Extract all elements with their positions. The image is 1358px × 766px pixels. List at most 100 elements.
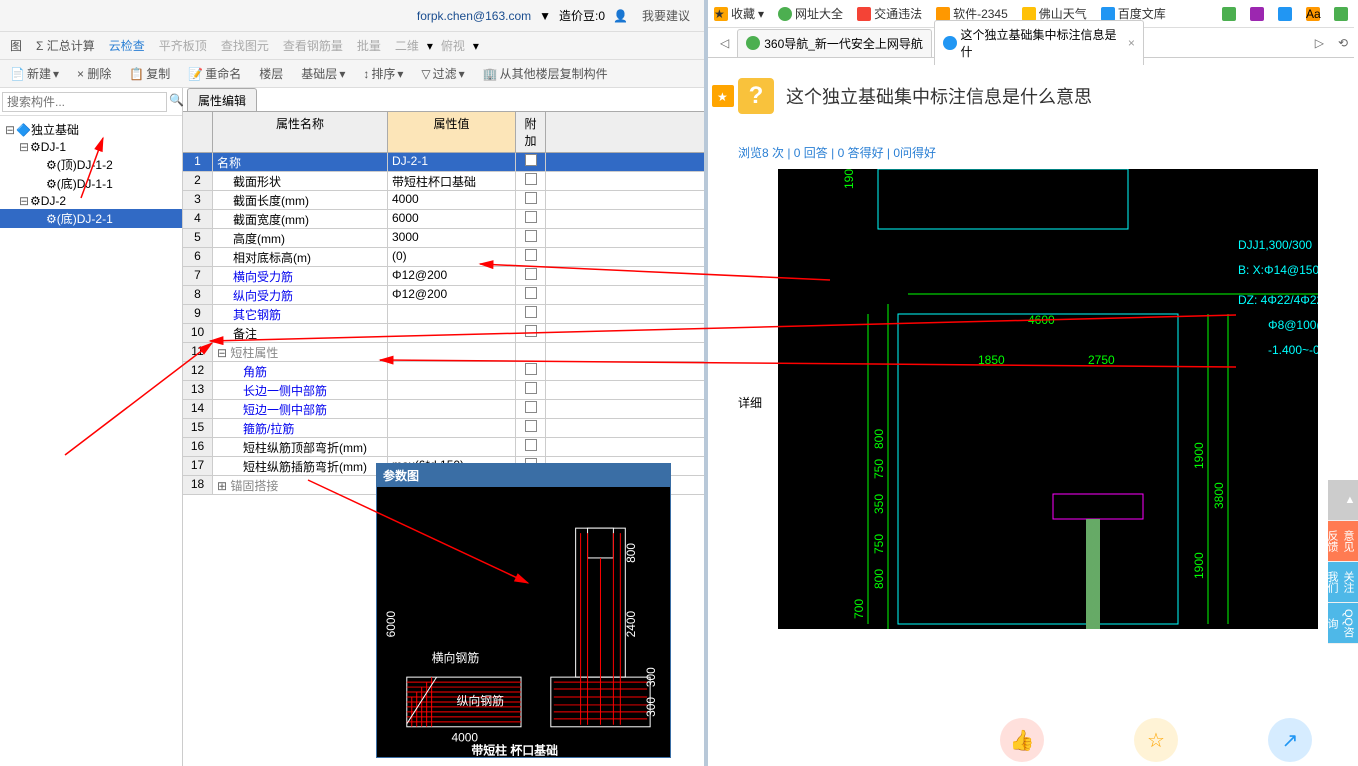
- svg-text:800: 800: [624, 543, 638, 563]
- bm-app3[interactable]: [1278, 7, 1292, 21]
- prop-row-6[interactable]: 6相对底标高(m)(0): [183, 248, 704, 267]
- tree-dj1b[interactable]: ⚙ (底)DJ-1-1: [0, 174, 182, 193]
- prop-row-16[interactable]: 16短柱纵筋顶部弯折(mm): [183, 438, 704, 457]
- thumbs-up-icon[interactable]: 👍: [1000, 718, 1044, 762]
- action-icons: 👍 ☆ ↗: [1000, 718, 1312, 762]
- tree-dj2a[interactable]: ⚙ (底)DJ-2-1: [0, 209, 182, 228]
- svg-text:2750: 2750: [1088, 353, 1115, 367]
- svg-text:700: 700: [852, 599, 866, 619]
- browser-panel: ★收藏 ▾ 网址大全 交通违法 软件-2345 佛山天气 百度文库 Aa ◁ 3…: [708, 0, 1354, 766]
- prop-row-14[interactable]: 14短边一侧中部筋: [183, 400, 704, 419]
- prop-row-5[interactable]: 5高度(mm)3000: [183, 229, 704, 248]
- prop-row-11[interactable]: 11⊟ 短柱属性: [183, 343, 704, 362]
- svg-text:1900: 1900: [842, 169, 856, 189]
- prop-row-4[interactable]: 4截面宽度(mm)6000: [183, 210, 704, 229]
- tb-tu[interactable]: 图: [4, 35, 28, 56]
- tb-sort[interactable]: ↕ 排序 ▾: [357, 63, 409, 84]
- suggest-link[interactable]: 我要建议: [636, 5, 696, 26]
- question-title: 这个独立基础集中标注信息是什么意思: [786, 83, 1092, 109]
- tb-copyfrom[interactable]: 🏢 从其他楼层复制构件: [477, 63, 614, 84]
- side-qq[interactable]: QQ咨询: [1328, 603, 1354, 643]
- component-tree[interactable]: ⊟🔷 独立基础 ⊟⚙ DJ-1 ⚙ (顶)DJ-1-2 ⚙ (底)DJ-1-1 …: [0, 116, 182, 766]
- share-icon[interactable]: ↗: [1268, 718, 1312, 762]
- tb-rename[interactable]: 📝 重命名: [182, 63, 247, 84]
- prop-row-13[interactable]: 13长边一侧中部筋: [183, 381, 704, 400]
- tb-flat[interactable]: 平齐板顶: [153, 35, 213, 56]
- prop-row-12[interactable]: 12角筋: [183, 362, 704, 381]
- tree-dj1[interactable]: ⊟⚙ DJ-1: [0, 139, 182, 155]
- param-title: 参数图: [377, 464, 670, 487]
- tree-root[interactable]: ⊟🔷 独立基础: [0, 120, 182, 139]
- svg-text:800: 800: [872, 569, 886, 589]
- svg-text:带短柱 杯口基础: 带短柱 杯口基础: [471, 744, 558, 758]
- tb-rebar[interactable]: 查看钢筋量: [277, 35, 349, 56]
- question-icon: ?: [738, 78, 774, 114]
- bm-traffic[interactable]: 交通违法: [857, 5, 922, 22]
- browser-tabs: ◁ 360导航_新一代安全上网导航 这个独立基础集中标注信息是什× ▷ ⟲: [708, 28, 1354, 58]
- side-buttons: ▲ 意见反馈 关注我们 QQ咨询: [1328, 480, 1354, 644]
- nav-back[interactable]: ◁: [714, 36, 735, 50]
- svg-text:800: 800: [872, 429, 886, 449]
- email-label: forpk.chen@163.com: [417, 9, 531, 23]
- svg-text:350: 350: [872, 494, 886, 514]
- tb-find[interactable]: 查找图元: [215, 35, 275, 56]
- tb-del[interactable]: × 删除: [71, 63, 117, 84]
- side-top[interactable]: ▲: [1328, 480, 1354, 520]
- side-feedback[interactable]: 意见反馈: [1328, 521, 1354, 561]
- account-bar: forpk.chen@163.com ▼ 造价豆:0 👤 我要建议: [0, 0, 704, 32]
- bm-app1[interactable]: [1222, 7, 1236, 21]
- prop-row-2[interactable]: 2截面形状带短柱杯口基础: [183, 172, 704, 191]
- tb-floor[interactable]: 楼层: [253, 63, 289, 84]
- search-input[interactable]: [2, 92, 167, 112]
- svg-text:横向钢筋: 横向钢筋: [432, 651, 480, 665]
- bm-app2[interactable]: [1250, 7, 1264, 21]
- svg-text:B: X:Φ14@150;: B: X:Φ14@150;: [1238, 263, 1318, 277]
- tb-top[interactable]: 俯视: [435, 35, 471, 56]
- tree-dj1a[interactable]: ⚙ (顶)DJ-1-2: [0, 155, 182, 174]
- svg-text:DZ: 4Φ22/4Φ22: DZ: 4Φ22/4Φ22: [1238, 293, 1318, 307]
- detail-label: 详细: [738, 394, 762, 411]
- restore-tab[interactable]: ⟲: [1332, 36, 1354, 50]
- side-follow[interactable]: 关注我们: [1328, 562, 1354, 602]
- tb-2d[interactable]: 二维: [389, 35, 425, 56]
- bm-fav[interactable]: ★收藏 ▾: [714, 5, 764, 22]
- cad-svg: 4600 1850 2750 1900 800 750 350 750 800 …: [778, 169, 1318, 629]
- star-icon[interactable]: ☆: [1134, 718, 1178, 762]
- svg-text:300: 300: [644, 697, 658, 717]
- cad-drawing: 4600 1850 2750 1900 800 750 350 750 800 …: [778, 169, 1318, 629]
- tb-copy[interactable]: 📋 复制: [123, 63, 176, 84]
- tb-filter[interactable]: ▽ 过滤 ▾: [415, 63, 470, 84]
- fav-star-icon[interactable]: ★: [712, 85, 734, 107]
- tb-batch[interactable]: 批量: [351, 35, 387, 56]
- nav-fwd[interactable]: ▷: [1309, 36, 1330, 50]
- bm-sites[interactable]: 网址大全: [778, 5, 843, 22]
- tb-cloud[interactable]: 云检查: [103, 35, 151, 56]
- tb-base[interactable]: 基础层 ▾: [295, 63, 351, 84]
- bm-app5[interactable]: [1334, 7, 1348, 21]
- toolbar-main: 图 Σ 汇总计算 云检查 平齐板顶 查找图元 查看钢筋量 批量 二维▾ 俯视▾: [0, 32, 704, 60]
- tb-sum[interactable]: Σ 汇总计算: [30, 35, 101, 56]
- prop-row-1[interactable]: 1名称DJ-2-1: [183, 153, 704, 172]
- bm-app4[interactable]: Aa: [1306, 7, 1320, 21]
- svg-text:4600: 4600: [1028, 313, 1055, 327]
- tree-panel: 🔍 ⊟🔷 独立基础 ⊟⚙ DJ-1 ⚙ (顶)DJ-1-2 ⚙ (底)DJ-1-…: [0, 88, 183, 766]
- svg-text:★: ★: [717, 90, 728, 104]
- stats-label: 浏览8 次 | 0 回答 | 0 答得好 | 0问得好: [738, 144, 1324, 161]
- tb-new[interactable]: 📄 新建 ▾: [4, 63, 65, 84]
- svg-text:1850: 1850: [978, 353, 1005, 367]
- svg-text:750: 750: [872, 534, 886, 554]
- prop-row-3[interactable]: 3截面长度(mm)4000: [183, 191, 704, 210]
- prop-row-15[interactable]: 15箍筋/拉筋: [183, 419, 704, 438]
- prop-row-10[interactable]: 10备注: [183, 324, 704, 343]
- close-icon[interactable]: ×: [1128, 36, 1135, 50]
- tab-props[interactable]: 属性编辑: [187, 88, 257, 111]
- prop-row-9[interactable]: 9其它钢筋: [183, 305, 704, 324]
- tree-dj2[interactable]: ⊟⚙ DJ-2: [0, 193, 182, 209]
- tab-360[interactable]: 360导航_新一代安全上网导航: [737, 29, 932, 57]
- svg-text:-1.400~-0: -1.400~-0: [1268, 343, 1318, 357]
- svg-text:4000: 4000: [451, 731, 478, 745]
- prop-row-8[interactable]: 8纵向受力筋Φ12@200: [183, 286, 704, 305]
- svg-text:750: 750: [872, 459, 886, 479]
- prop-row-7[interactable]: 7横向受力筋Φ12@200: [183, 267, 704, 286]
- search-icon[interactable]: 🔍: [169, 93, 184, 111]
